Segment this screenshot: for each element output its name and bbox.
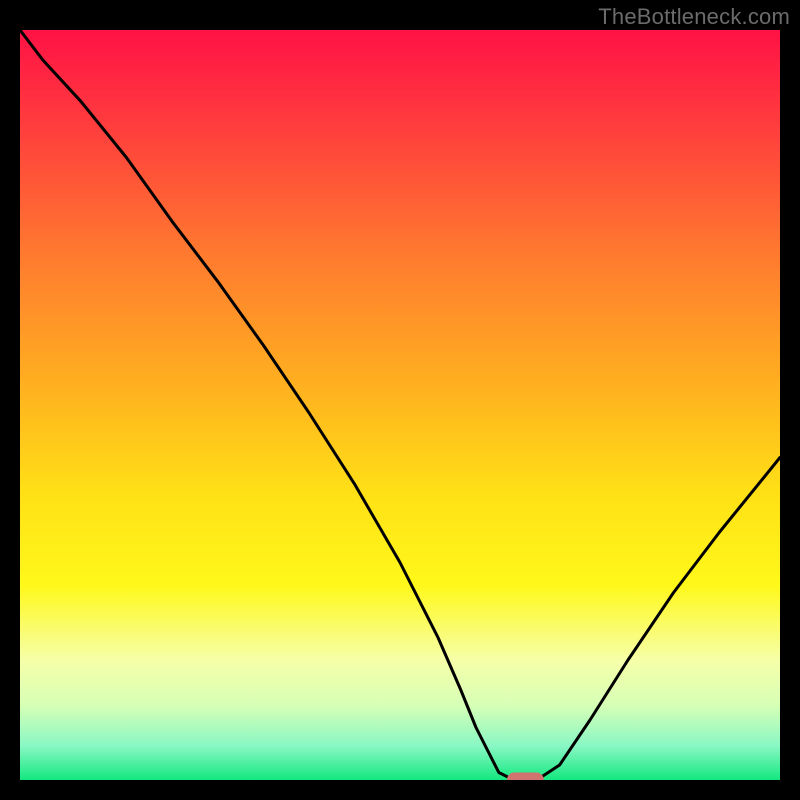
gradient-background <box>20 30 780 780</box>
plot-area <box>20 30 780 780</box>
watermark-text: TheBottleneck.com <box>598 4 790 30</box>
chart-frame: TheBottleneck.com <box>0 0 800 800</box>
optimal-marker <box>507 773 543 780</box>
chart-svg <box>20 30 780 780</box>
